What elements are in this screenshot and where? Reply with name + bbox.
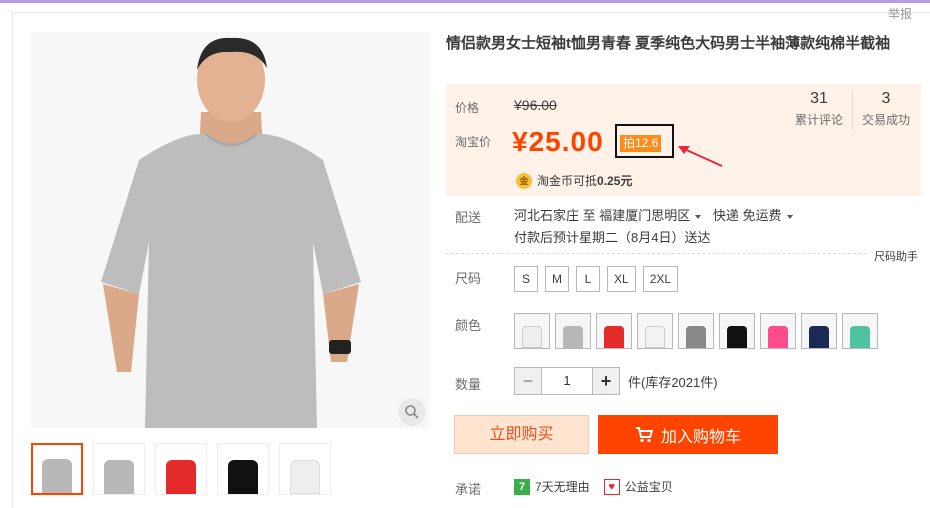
thumbnail-tee	[104, 460, 134, 494]
model-illustration	[31, 32, 430, 428]
product-title: 情侣款男女士短袖t恤男青春 夏季纯色大码男士半袖薄款纯棉半截袖	[446, 35, 891, 52]
taojinbi-row: 金 淘金币可抵0.25元	[516, 172, 632, 189]
thumbnail-4[interactable]	[217, 443, 269, 495]
size-option[interactable]: L	[576, 266, 600, 292]
deals-label: 交易成功	[861, 113, 910, 127]
add-to-cart-label: 加入购物车	[660, 428, 741, 446]
delivery-label: 配送	[455, 210, 482, 225]
swatch-tee	[522, 326, 542, 348]
delivery-info: 河北石家庄 至 福建厦门思明区 快递 免运费 付款后预计星期二（8月4日）送达	[514, 205, 801, 249]
thumbnail-strip	[31, 443, 331, 495]
deals-stat: 3 交易成功	[851, 90, 921, 128]
thumbnail-tee	[166, 460, 196, 494]
coin-text: 淘金币可抵0.25元	[537, 172, 632, 189]
reviews-stat[interactable]: 31 累计评论	[784, 90, 854, 128]
report-link[interactable]: 举报	[888, 5, 912, 22]
shipping-method-dropdown[interactable]: 快递 免运费	[713, 208, 801, 223]
color-swatch[interactable]	[760, 313, 796, 349]
color-label: 颜色	[455, 318, 482, 333]
current-price: ¥25.00	[512, 126, 604, 157]
quantity-label: 数量	[455, 377, 482, 392]
reviews-label: 累计评论	[794, 113, 843, 127]
color-swatch[interactable]	[719, 313, 755, 349]
annotation-arrow-icon	[678, 146, 723, 167]
delivery-from: 河北石家庄 至	[514, 208, 596, 223]
cart-icon	[635, 426, 653, 442]
size-label: 尺码	[455, 271, 482, 286]
thumbnail-3[interactable]	[155, 443, 207, 495]
size-options: S M L XL 2XL	[514, 266, 679, 292]
shipping-method-text: 快递 免运费	[712, 208, 782, 223]
size-option[interactable]: S	[514, 266, 538, 292]
seven-day-icon: 7	[514, 478, 530, 495]
color-swatch[interactable]	[637, 313, 673, 349]
color-options	[514, 313, 878, 349]
coin-amount: 0.25元	[597, 174, 633, 188]
thumbnail-1[interactable]	[31, 443, 83, 495]
coin-text-prefix: 淘金币可抵	[537, 174, 598, 188]
color-swatch[interactable]	[596, 313, 632, 349]
increase-button[interactable]: +	[592, 367, 620, 395]
main-product-image[interactable]	[31, 32, 430, 428]
size-option[interactable]: 2XL	[642, 266, 679, 292]
thumbnail-tee	[42, 459, 72, 493]
swatch-tee	[850, 326, 870, 348]
top-accent-bar	[0, 0, 930, 3]
color-swatch[interactable]	[801, 313, 837, 349]
promise-row: 7 7天无理由 ♥ 公益宝贝	[514, 478, 673, 495]
thumbnail-tee	[228, 460, 258, 494]
swatch-tee	[809, 326, 829, 348]
reviews-count: 31	[810, 90, 828, 107]
left-divider	[12, 12, 13, 508]
swatch-tee	[604, 326, 624, 348]
swatch-tee	[645, 326, 665, 348]
add-to-cart-button[interactable]: 加入购物车	[598, 415, 778, 454]
stock-text: 件(库存2021件)	[628, 374, 718, 390]
color-swatch[interactable]	[555, 313, 591, 349]
section-divider	[446, 253, 866, 254]
delivery-route: 河北石家庄 至 福建厦门思明区 快递 免运费	[514, 205, 801, 227]
quantity-input[interactable]: 1	[542, 367, 592, 395]
promise-label: 承诺	[455, 482, 482, 497]
delivery-to-dropdown[interactable]: 福建厦门思明区	[599, 208, 709, 223]
price-panel: 价格 ¥96.00 淘宝价 ¥25.00 拍12.6 31 累计评论 3 交易成…	[446, 84, 921, 196]
thumbnail-2[interactable]	[93, 443, 145, 495]
chevron-down-icon	[695, 214, 702, 219]
price-label: 价格	[455, 101, 480, 115]
size-helper-link[interactable]: 尺码助手	[874, 248, 918, 264]
original-price: ¥96.00	[514, 97, 557, 113]
color-swatch[interactable]	[678, 313, 714, 349]
discount-badge: 拍12.6	[620, 135, 662, 152]
thumbnail-5[interactable]	[279, 443, 331, 495]
chevron-down-icon	[786, 214, 793, 219]
top-divider	[12, 12, 930, 13]
color-swatch[interactable]	[514, 313, 550, 349]
buy-now-button[interactable]: 立即购买	[454, 415, 589, 454]
swatch-tee	[686, 326, 706, 348]
zoom-button[interactable]	[398, 398, 426, 426]
delivery-to-text: 福建厦门思明区	[599, 208, 691, 223]
decrease-button[interactable]: −	[514, 367, 542, 395]
magnifier-icon	[405, 405, 419, 419]
coin-icon: 金	[516, 172, 532, 189]
color-swatch[interactable]	[842, 313, 878, 349]
delivery-eta: 付款后预计星期二（8月4日）送达	[514, 230, 711, 245]
size-option[interactable]: XL	[607, 266, 636, 292]
taobao-price-label: 淘宝价	[455, 135, 492, 149]
thumbnail-tee	[290, 460, 320, 494]
swatch-tee	[768, 326, 788, 348]
swatch-tee	[563, 326, 583, 348]
heart-icon: ♥	[603, 478, 620, 495]
seven-day-link[interactable]: 7天无理由	[535, 478, 590, 495]
swatch-tee	[727, 326, 747, 348]
deals-count: 3	[881, 90, 891, 107]
quantity-stepper: − 1 + 件(库存2021件)	[514, 367, 718, 395]
charity-link[interactable]: 公益宝贝	[625, 478, 673, 495]
size-option[interactable]: M	[545, 266, 569, 292]
